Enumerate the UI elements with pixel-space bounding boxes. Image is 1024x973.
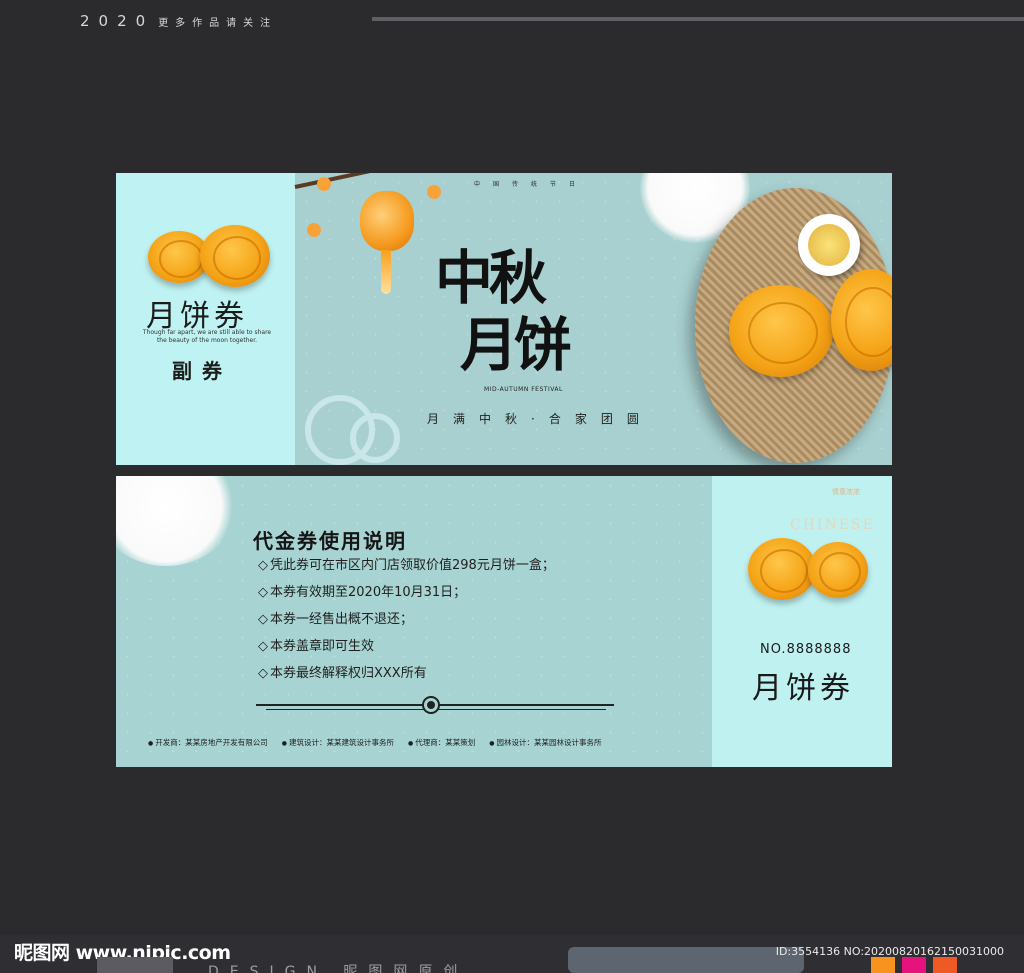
stub-label: 副券 <box>172 359 232 383</box>
credit-item: 园林设计：某某园林设计事务所 <box>489 737 602 748</box>
credit-item: 开发商：某某房地产开发有限公司 <box>148 737 268 748</box>
stub-tiny-text: 情意浓浓 <box>832 488 860 496</box>
footer-design-text: DESIGN 昵图网原创 <box>208 964 469 973</box>
stub-title: 月饼券 <box>752 671 854 706</box>
swatch-red-orange <box>933 957 957 973</box>
rule-item: 本券最终解释权归XXX所有 <box>258 664 555 691</box>
ticket-top-main: 中国传统节日 中秋 月饼 MID-AUTUMN FESTIVAL 月满中秋·合家… <box>294 173 892 465</box>
footer-preview-bar <box>568 947 804 973</box>
rule-item: 本券一经售出概不退还； <box>258 610 555 637</box>
english-caption: MID-AUTUMN FESTIVAL <box>484 386 563 393</box>
header-title: 2020 更多作品请关注 <box>80 12 277 30</box>
lantern-tassel-icon <box>381 250 391 294</box>
swatch-pink <box>902 957 926 973</box>
calligraphy-line2: 月饼 <box>460 311 572 379</box>
swatch-orange <box>871 957 895 973</box>
mooncake-icon <box>200 225 270 287</box>
usage-title: 代金券使用说明 <box>253 529 407 553</box>
mooncake-icon <box>729 285 833 377</box>
ticket-top-stub: 月饼券 Though far apart, we are still able … <box>116 173 295 465</box>
top-small-text: 中国传统节日 <box>474 181 589 188</box>
ticket-bottom-main: 代金券使用说明 凭此券可在市区内门店领取价值298元月饼一盒； 本券有效期至20… <box>116 476 712 767</box>
credit-item: 代理商：某某策划 <box>408 737 475 748</box>
flower-icon <box>317 177 331 191</box>
avatar <box>97 957 173 973</box>
ticket-bottom: 代金券使用说明 凭此券可在市区内门店领取价值298元月饼一盒； 本券有效期至20… <box>116 476 892 767</box>
header-divider <box>372 17 1024 21</box>
flower-icon <box>427 185 441 199</box>
stub-subtitle: Though far apart, we are still able to s… <box>142 329 272 344</box>
image-id: ID:3554136 NO:20200820162150031000 <box>775 945 1004 958</box>
rule-item: 本券盖章即可生效 <box>258 637 555 664</box>
header-tagline: 更多作品请关注 <box>158 18 278 29</box>
mooncake-icon <box>748 538 816 600</box>
ticket-bottom-stub: 情意浓浓 CHINESE NO.8888888 月饼券 <box>712 476 892 767</box>
cloud-icon <box>350 413 400 463</box>
usage-rules-list: 凭此券可在市区内门店领取价值298元月饼一盒； 本券有效期至2020年10月31… <box>258 556 555 691</box>
site-footer: 昵图网 www.nipic.com DESIGN 昵图网原创 ID:355413… <box>0 935 1024 973</box>
ticket-number: NO.8888888 <box>760 642 852 657</box>
credits-row: 开发商：某某房地产开发有限公司 建筑设计：某某建筑设计事务所 代理商：某某策划 … <box>148 737 602 748</box>
credit-item: 建筑设计：某某建筑设计事务所 <box>282 737 394 748</box>
lantern-icon <box>360 191 414 251</box>
rule-item: 本券有效期至2020年10月31日； <box>258 583 555 610</box>
teacup-icon <box>798 214 860 276</box>
slogan: 月满中秋·合家团圆 <box>427 412 653 426</box>
stub-ghost-text: CHINESE <box>790 517 875 533</box>
flower-icon <box>307 223 321 237</box>
decorative-knob-icon <box>422 696 440 714</box>
mooncake-icon <box>808 542 868 598</box>
ticket-top: 月饼券 Though far apart, we are still able … <box>116 173 892 465</box>
rule-item: 凭此券可在市区内门店领取价值298元月饼一盒； <box>258 556 555 583</box>
header-year: 2020 <box>80 12 155 30</box>
